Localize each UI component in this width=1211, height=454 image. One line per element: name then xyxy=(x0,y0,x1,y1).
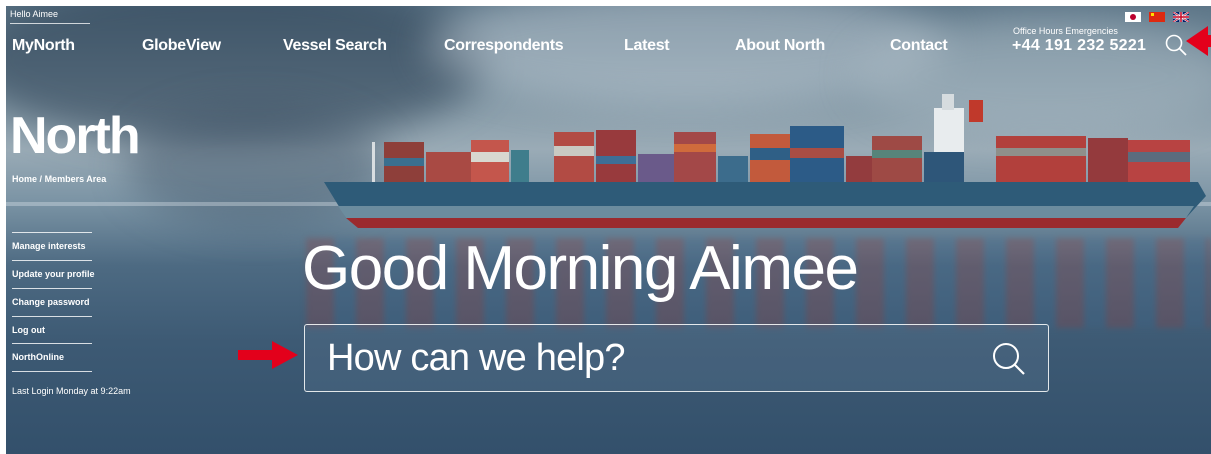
container-stacks xyxy=(384,126,1190,182)
sidebar-item-change-password[interactable]: Change password xyxy=(12,297,90,307)
hero-search-input[interactable]: How can we help? xyxy=(327,337,626,379)
hero-title: Good Morning Aimee xyxy=(302,234,859,303)
ship-bridge xyxy=(934,108,964,158)
sidebar-item-northonline[interactable]: NorthOnline xyxy=(12,352,64,362)
nav-vessel-search[interactable]: Vessel Search xyxy=(283,37,387,55)
sidebar-divider xyxy=(12,288,92,289)
nav-about-north[interactable]: About North xyxy=(735,37,825,55)
ship-waterline xyxy=(338,206,1194,218)
flag-china-icon[interactable] xyxy=(1149,12,1165,22)
nav-contact[interactable]: Contact xyxy=(890,37,948,55)
last-login-text: Last Login Monday at 9:22am xyxy=(12,386,131,396)
sidebar-divider xyxy=(12,343,92,344)
breadcrumb-separator: / xyxy=(39,174,43,184)
arrow-icon xyxy=(1186,26,1211,56)
ship-funnel xyxy=(969,100,983,122)
greeting-divider xyxy=(10,23,90,24)
flag-uk-icon[interactable] xyxy=(1173,12,1189,22)
ship-hull-red xyxy=(346,218,1186,228)
nav-correspondents[interactable]: Correspondents xyxy=(444,37,564,55)
sidebar-divider xyxy=(12,232,92,233)
nav-mynorth[interactable]: MyNorth xyxy=(12,37,75,55)
ship-mast xyxy=(942,94,954,110)
breadcrumb-home[interactable]: Home xyxy=(12,174,37,184)
emergency-phone[interactable]: +44 191 232 5221 xyxy=(1012,37,1146,55)
sidebar-divider xyxy=(12,316,92,317)
flag-japan-icon[interactable] xyxy=(1125,12,1141,22)
sidebar-divider xyxy=(12,260,92,261)
container-ship xyxy=(324,94,1206,228)
breadcrumb-current: Members Area xyxy=(44,174,107,184)
sidebar-item-update-profile[interactable]: Update your profile xyxy=(12,269,95,279)
emergency-label: Office Hours Emergencies xyxy=(1013,26,1118,36)
bow-mast xyxy=(372,142,375,182)
hero-banner: Hello Aimee MyNorth GlobeView Vessel Sea… xyxy=(6,6,1211,454)
sidebar-divider xyxy=(12,371,92,372)
breadcrumb: Home / Members Area xyxy=(12,174,106,184)
hero-search-box[interactable]: How can we help? xyxy=(304,324,1049,392)
sidebar-item-manage-interests[interactable]: Manage interests xyxy=(12,241,86,251)
greeting-small: Hello Aimee xyxy=(10,9,59,19)
search-icon[interactable] xyxy=(1164,33,1188,57)
hero-search-icon[interactable] xyxy=(991,341,1027,377)
nav-latest[interactable]: Latest xyxy=(624,37,670,55)
sidebar-item-log-out[interactable]: Log out xyxy=(12,325,45,335)
arrow-icon xyxy=(238,341,298,369)
nav-globeview[interactable]: GlobeView xyxy=(142,37,221,55)
north-logo[interactable]: North xyxy=(10,106,141,166)
